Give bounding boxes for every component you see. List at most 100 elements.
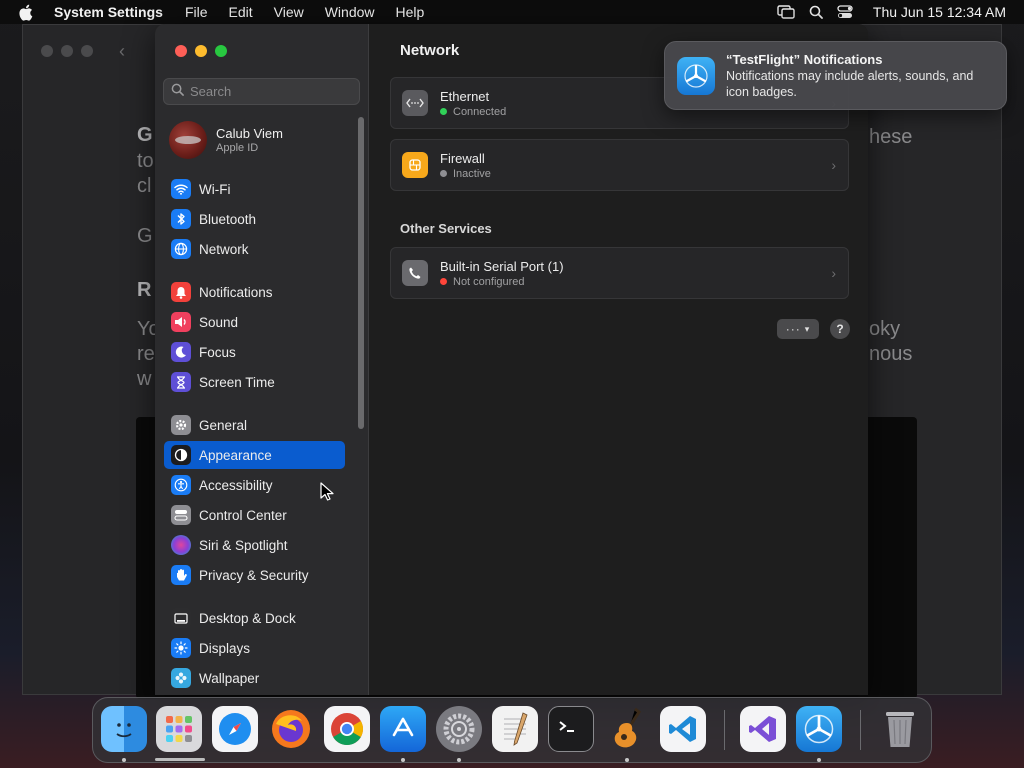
garageband-icon[interactable]: [604, 706, 650, 752]
chrome-icon[interactable]: [324, 706, 370, 752]
app-name-menu[interactable]: System Settings: [54, 4, 163, 20]
sidebar-item-label: Notifications: [199, 284, 273, 300]
sidebar-item-wallpaper[interactable]: Wallpaper: [164, 664, 345, 692]
minimize-window-icon[interactable]: [195, 45, 207, 57]
other-services-heading: Other Services: [400, 221, 492, 236]
control-center-toggle-icon[interactable]: [837, 5, 853, 19]
background-text: oky: [869, 318, 901, 340]
sidebar-item-label: Sound: [199, 314, 239, 330]
spotlight-search-icon[interactable]: [809, 5, 823, 19]
finder-icon[interactable]: [101, 706, 147, 752]
globe-icon: [171, 239, 191, 259]
safari-icon[interactable]: [212, 706, 258, 752]
help-button[interactable]: ?: [830, 319, 850, 339]
system-settings-window: Calub Viem Apple ID Wi-Fi Bluetooth Netw…: [155, 24, 868, 695]
back-arrow-icon: ‹: [119, 41, 125, 61]
account-name: Calub Viem: [216, 126, 283, 141]
inactive-zoom-icon: [81, 45, 93, 57]
speaker-icon: [171, 312, 191, 332]
status-badge: Not configured: [453, 275, 525, 288]
running-indicator: [401, 758, 405, 762]
zoom-window-icon[interactable]: [215, 45, 227, 57]
sidebar-item-siri-spotlight[interactable]: Siri & Spotlight: [164, 531, 345, 559]
sidebar-search[interactable]: [163, 78, 360, 105]
textedit-icon[interactable]: [492, 706, 538, 752]
control-center-icon: [171, 505, 191, 525]
visual-studio-icon[interactable]: [740, 706, 786, 752]
gear-icon: [171, 415, 191, 435]
siri-icon: [171, 535, 191, 555]
launchpad-icon[interactable]: [156, 706, 202, 752]
more-actions-button[interactable]: ··· ▾: [777, 319, 819, 339]
background-text: to: [137, 150, 154, 172]
testflight-icon[interactable]: [796, 706, 842, 752]
app-store-icon[interactable]: [380, 706, 426, 752]
service-name: Ethernet: [440, 88, 490, 104]
status-badge: Connected: [453, 105, 507, 118]
sidebar-scrollbar[interactable]: [358, 117, 364, 429]
appearance-icon: [171, 445, 191, 465]
background-text: R: [137, 279, 152, 301]
menu-bar-clock[interactable]: Thu Jun 15 12:34 AM: [873, 4, 1006, 20]
sidebar-item-screen-time[interactable]: Screen Time: [164, 368, 345, 396]
firefox-icon[interactable]: [268, 706, 314, 752]
ethernet-icon: [402, 90, 428, 116]
firewall-icon: [402, 152, 428, 178]
sidebar-item-bluetooth[interactable]: Bluetooth: [164, 205, 345, 233]
sidebar-item-focus[interactable]: Focus: [164, 338, 345, 366]
apple-id-account[interactable]: Calub Viem Apple ID: [169, 121, 283, 159]
sidebar-item-label: Wallpaper: [199, 670, 260, 686]
sidebar-item-sound[interactable]: Sound: [164, 308, 345, 336]
trash-icon[interactable]: [877, 706, 923, 752]
dock-icon: [171, 608, 191, 628]
sidebar-item-privacy-security[interactable]: Privacy & Security: [164, 561, 345, 589]
status-dot-red: [440, 278, 447, 285]
sidebar-item-label: Desktop & Dock: [199, 610, 296, 626]
running-indicator: [817, 758, 821, 762]
sidebar-item-notifications[interactable]: Notifications: [164, 278, 345, 306]
chevron-right-icon: ›: [831, 265, 836, 281]
sidebar-item-displays[interactable]: Displays: [164, 634, 345, 662]
page-title: Network: [400, 42, 460, 59]
sidebar-item-wifi[interactable]: Wi-Fi: [164, 175, 345, 203]
vscode-icon[interactable]: [660, 706, 706, 752]
sidebar-item-label: Appearance: [199, 447, 272, 463]
dock-separator: [724, 710, 725, 750]
background-text: G: [137, 225, 153, 247]
close-window-icon[interactable]: [175, 45, 187, 57]
file-menu[interactable]: File: [185, 4, 208, 20]
view-menu[interactable]: View: [274, 4, 304, 20]
sidebar-item-desktop-dock[interactable]: Desktop & Dock: [164, 604, 345, 632]
service-row-firewall[interactable]: Firewall Inactive ›: [390, 139, 849, 191]
sidebar-item-network[interactable]: Network: [164, 235, 345, 263]
moon-icon: [171, 342, 191, 362]
edit-menu[interactable]: Edit: [229, 4, 253, 20]
sidebar-item-control-center[interactable]: Control Center: [164, 501, 345, 529]
window-menu[interactable]: Window: [325, 4, 375, 20]
background-text: re: [137, 343, 155, 365]
running-indicator: [457, 758, 461, 762]
sidebar-item-general[interactable]: General: [164, 411, 345, 439]
inactive-minimize-icon: [61, 45, 73, 57]
background-text: cl: [137, 175, 152, 197]
sidebar-item-accessibility[interactable]: Accessibility: [164, 471, 345, 499]
sidebar-item-appearance[interactable]: Appearance: [164, 441, 345, 469]
sidebar-item-label: General: [199, 417, 248, 433]
terminal-icon[interactable]: [548, 706, 594, 752]
search-input[interactable]: [190, 84, 350, 99]
system-settings-icon[interactable]: [436, 706, 482, 752]
flower-icon: [171, 668, 191, 688]
testflight-icon: [677, 57, 715, 95]
notification-body: Notifications may include alerts, sounds…: [726, 69, 974, 99]
sidebar-item-label: Displays: [199, 640, 251, 656]
sidebar-item-label: Wi-Fi: [199, 181, 231, 197]
help-menu[interactable]: Help: [396, 4, 425, 20]
apple-menu-icon[interactable]: [18, 4, 36, 21]
notification-banner[interactable]: “TestFlight” Notifications Notifications…: [664, 41, 1007, 110]
more-actions-label: ···: [785, 322, 801, 336]
screen-mirroring-icon[interactable]: [777, 5, 795, 19]
sidebar: Calub Viem Apple ID Wi-Fi Bluetooth Netw…: [155, 24, 369, 695]
sidebar-item-label: Screen Time: [199, 374, 275, 390]
menu-bar: System Settings File Edit View Window He…: [0, 0, 1024, 24]
service-row-serial-port[interactable]: Built-in Serial Port (1) Not configured …: [390, 247, 849, 299]
